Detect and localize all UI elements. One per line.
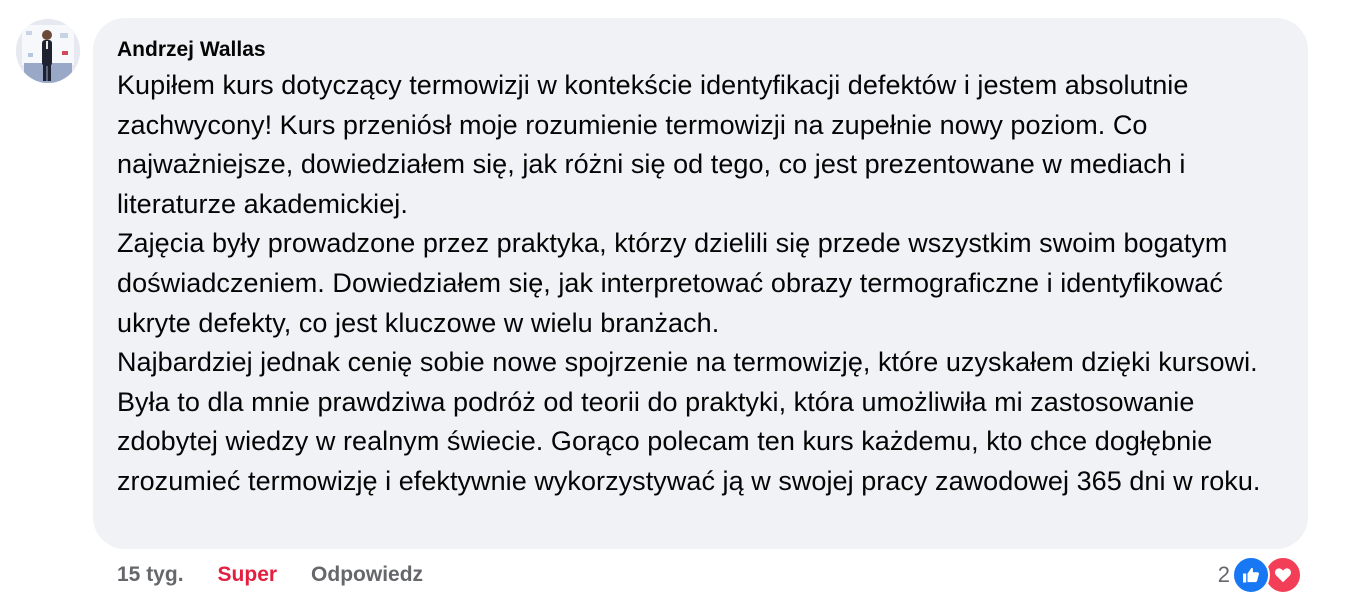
thumbs-up-icon bbox=[1243, 567, 1259, 583]
author-name[interactable]: Andrzej Wallas bbox=[117, 36, 266, 64]
reaction-button[interactable]: Super bbox=[218, 563, 278, 587]
comment-paragraph: Najbardziej jednak cenię sobie nowe spoj… bbox=[117, 347, 1261, 496]
comment-paragraph: Kupiłem kurs dotyczący termowizji w kont… bbox=[117, 70, 1189, 219]
comment-body: Kupiłem kurs dotyczący termowizji w kont… bbox=[117, 66, 1284, 502]
reaction-summary[interactable]: 2 bbox=[1217, 556, 1302, 594]
comment-bubble: Andrzej Wallas Kupiłem kurs dotyczący te… bbox=[93, 18, 1308, 549]
comment: Andrzej Wallas Kupiłem kurs dotyczący te… bbox=[0, 0, 1350, 606]
reaction-count: 2 bbox=[1217, 562, 1230, 587]
avatar-photo bbox=[16, 19, 80, 83]
heart-icon bbox=[1275, 568, 1291, 583]
timestamp-link[interactable]: 15 tyg. bbox=[117, 563, 184, 587]
like-icon bbox=[1232, 556, 1270, 594]
comment-actions: 15 tyg. Super Odpowiedz bbox=[117, 560, 423, 590]
reply-button[interactable]: Odpowiedz bbox=[311, 563, 423, 587]
comment-paragraph: Zajęcia były prowadzone przez praktyka, … bbox=[117, 228, 1228, 338]
avatar[interactable] bbox=[16, 19, 80, 83]
